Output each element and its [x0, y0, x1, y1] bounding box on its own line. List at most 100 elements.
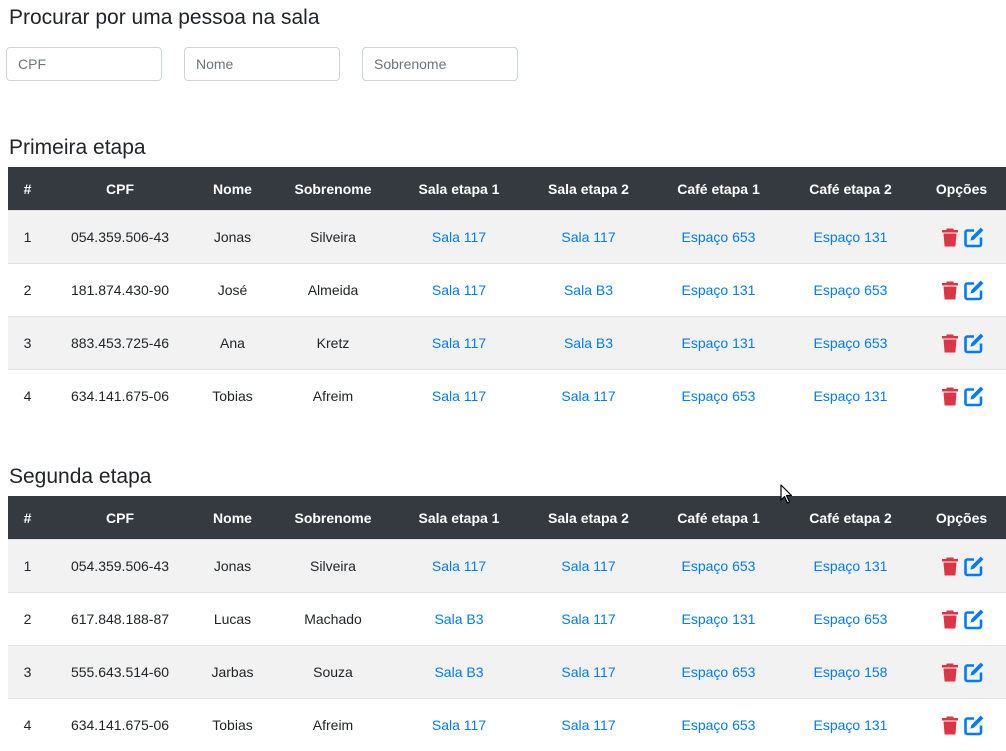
mouse-cursor-icon	[780, 484, 794, 505]
nome-text: Lucas	[214, 611, 251, 627]
cafe-etapa-2-link[interactable]: Espaço 653	[814, 611, 888, 627]
sala-etapa-1-cell: Sala 117	[394, 370, 524, 423]
row-number: 3	[24, 335, 32, 351]
column-header: #	[8, 496, 47, 540]
row-number: 1	[8, 540, 47, 593]
sala-etapa-1-cell: Sala B3	[394, 646, 524, 699]
cpf-cell: 634.141.675-06	[47, 699, 193, 751]
trash-icon[interactable]	[939, 714, 961, 736]
trash-icon[interactable]	[939, 279, 961, 301]
cpf-cell: 634.141.675-06	[47, 370, 193, 423]
sobrenome-cell: Silveira	[272, 540, 394, 593]
edit-icon[interactable]	[963, 661, 985, 683]
row-number: 4	[8, 699, 47, 751]
sala-etapa-1-link[interactable]: Sala 117	[432, 717, 486, 733]
cafe-etapa-2-link[interactable]: Espaço 158	[814, 664, 888, 680]
nome-cell: Jarbas	[193, 646, 272, 699]
opcoes-cell	[917, 646, 1006, 699]
cafe-etapa-2-link[interactable]: Espaço 653	[814, 335, 888, 351]
cafe-etapa-1-link[interactable]: Espaço 131	[682, 335, 756, 351]
sala-etapa-2-link[interactable]: Sala B3	[564, 335, 613, 351]
sala-etapa-2-link[interactable]: Sala B3	[564, 282, 613, 298]
sala-etapa-1-link[interactable]: Sala 117	[432, 558, 486, 574]
trash-icon[interactable]	[939, 332, 961, 354]
sala-etapa-2-link[interactable]: Sala 117	[561, 558, 615, 574]
sobrenome-text: Afreim	[313, 717, 353, 733]
trash-icon[interactable]	[939, 661, 961, 683]
row-number: 3	[24, 664, 32, 680]
cpf-cell: 181.874.430-90	[47, 264, 193, 317]
cafe-etapa-1-link[interactable]: Espaço 653	[682, 229, 756, 245]
cafe-etapa-2-link[interactable]: Espaço 131	[814, 558, 888, 574]
cafe-etapa-2-link[interactable]: Espaço 131	[814, 717, 888, 733]
edit-icon[interactable]	[963, 555, 985, 577]
trash-icon[interactable]	[939, 608, 961, 630]
row-actions	[939, 332, 985, 354]
trash-icon[interactable]	[939, 385, 961, 407]
opcoes-cell	[917, 211, 1006, 264]
nome-cell: Ana	[193, 317, 272, 370]
edit-icon[interactable]	[963, 714, 985, 736]
nome-search-input[interactable]	[184, 47, 340, 81]
cpf-cell: 054.359.506-43	[47, 540, 193, 593]
edit-icon[interactable]	[963, 385, 985, 407]
sala-etapa-1-link[interactable]: Sala 117	[432, 388, 486, 404]
sala-etapa-1-link[interactable]: Sala B3	[434, 664, 483, 680]
row-number: 4	[24, 717, 32, 733]
table-row: 2617.848.188-87LucasMachadoSala B3Sala 1…	[8, 593, 1006, 646]
sala-etapa-2-link[interactable]: Sala 117	[561, 388, 615, 404]
sala-etapa-2-cell: Sala B3	[524, 317, 653, 370]
column-header: Nome	[193, 496, 272, 540]
row-actions	[939, 555, 985, 577]
edit-icon[interactable]	[963, 608, 985, 630]
column-header: Sala etapa 2	[524, 496, 653, 540]
row-number: 3	[8, 317, 47, 370]
cafe-etapa-1-link[interactable]: Espaço 653	[682, 558, 756, 574]
cafe-etapa-1-link[interactable]: Espaço 653	[682, 664, 756, 680]
sala-etapa-1-link[interactable]: Sala B3	[434, 611, 483, 627]
cafe-etapa-1-link[interactable]: Espaço 653	[682, 717, 756, 733]
nome-text: Jonas	[214, 229, 251, 245]
cafe-etapa-2-link[interactable]: Espaço 653	[814, 282, 888, 298]
sobrenome-text: Almeida	[308, 282, 359, 298]
sobrenome-text: Silveira	[310, 229, 356, 245]
sobrenome-search-input[interactable]	[362, 47, 518, 81]
row-number: 1	[8, 211, 47, 264]
cafe-etapa-2-cell: Espaço 653	[784, 317, 917, 370]
table-row: 2181.874.430-90JoséAlmeidaSala 117Sala B…	[8, 264, 1006, 317]
trash-icon[interactable]	[939, 226, 961, 248]
cafe-etapa-1-link[interactable]: Espaço 653	[682, 388, 756, 404]
cafe-etapa-2-link[interactable]: Espaço 131	[814, 388, 888, 404]
column-header: Nome	[193, 167, 272, 211]
cafe-etapa-1-link[interactable]: Espaço 131	[682, 282, 756, 298]
row-actions	[939, 385, 985, 407]
edit-icon[interactable]	[963, 279, 985, 301]
column-header: Sala etapa 1	[394, 167, 524, 211]
edit-icon[interactable]	[963, 226, 985, 248]
cafe-etapa-1-cell: Espaço 653	[653, 370, 784, 423]
sala-etapa-1-link[interactable]: Sala 117	[432, 282, 486, 298]
cafe-etapa-2-cell: Espaço 653	[784, 264, 917, 317]
sala-etapa-2-link[interactable]: Sala 117	[561, 717, 615, 733]
table-row: 1054.359.506-43JonasSilveiraSala 117Sala…	[8, 540, 1006, 593]
cafe-etapa-2-link[interactable]: Espaço 131	[814, 229, 888, 245]
row-number: 4	[24, 388, 32, 404]
sala-etapa-2-cell: Sala B3	[524, 264, 653, 317]
cpf-cell: 555.643.514-60	[47, 646, 193, 699]
table-row: 3883.453.725-46AnaKretzSala 117Sala B3Es…	[8, 317, 1006, 370]
row-actions	[939, 661, 985, 683]
sala-etapa-2-link[interactable]: Sala 117	[561, 664, 615, 680]
edit-icon[interactable]	[963, 332, 985, 354]
cpf-text: 634.141.675-06	[71, 388, 169, 404]
sala-etapa-2-link[interactable]: Sala 117	[561, 611, 615, 627]
cpf-search-input[interactable]	[6, 47, 162, 81]
trash-icon[interactable]	[939, 555, 961, 577]
cafe-etapa-1-link[interactable]: Espaço 131	[682, 611, 756, 627]
table-row: 3555.643.514-60JarbasSouzaSala B3Sala 11…	[8, 646, 1006, 699]
row-actions	[939, 226, 985, 248]
sobrenome-text: Machado	[304, 611, 362, 627]
sala-etapa-1-link[interactable]: Sala 117	[432, 229, 486, 245]
sala-etapa-1-link[interactable]: Sala 117	[432, 335, 486, 351]
sala-etapa-2-link[interactable]: Sala 117	[561, 229, 615, 245]
sala-etapa-1-cell: Sala B3	[394, 593, 524, 646]
